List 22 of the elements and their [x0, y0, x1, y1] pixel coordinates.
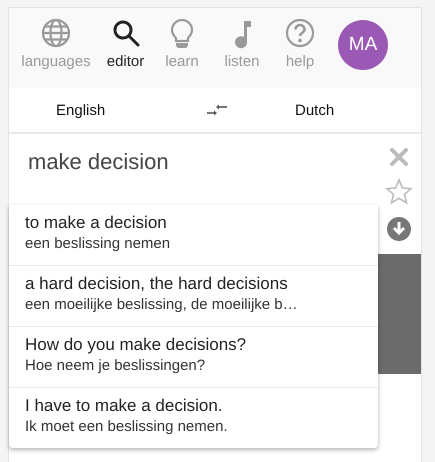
- phrase-text: a hard decision, the hard decisions: [25, 273, 289, 295]
- suggestion-item[interactable]: I have to make a decision. Ik moet een beslissing nemen.: [9, 387, 378, 448]
- suggestion-item[interactable]: a hard decision, the hard decisions een moeilijke beslissing, de moeilijke b…: [9, 265, 378, 326]
- avatar[interactable]: MA: [338, 20, 388, 70]
- phrase-text: to make a decision: [25, 212, 168, 234]
- globe-icon: [41, 18, 71, 50]
- translation-text: Ik moet een beslissing nemen.: [25, 417, 229, 437]
- translation-text: Hoe neem je beslissingen?: [25, 356, 206, 376]
- input-field[interactable]: make decision: [9, 136, 377, 188]
- nav-tab[interactable]: editor: [98, 8, 153, 71]
- suggestion-item[interactable]: How do you make decisions? Hoe neem je beslissingen?: [9, 326, 378, 387]
- suggestion-item[interactable]: to make a decision een beslissing nemen: [9, 205, 378, 265]
- swap-icon[interactable]: [206, 103, 228, 117]
- target-language[interactable]: Dutch: [295, 102, 334, 118]
- translation-text: een beslissing nemen: [25, 234, 172, 254]
- download-icon[interactable]: [386, 216, 412, 242]
- source-language[interactable]: English: [56, 102, 206, 118]
- phrase-text: I have to make a decision.: [25, 395, 224, 417]
- star-icon[interactable]: [385, 178, 413, 206]
- help-icon: [285, 18, 315, 50]
- phrase-text: How do you make decisions?: [25, 334, 248, 356]
- translation-text: een moeilijke beslissing, de moeilijke b…: [25, 295, 299, 315]
